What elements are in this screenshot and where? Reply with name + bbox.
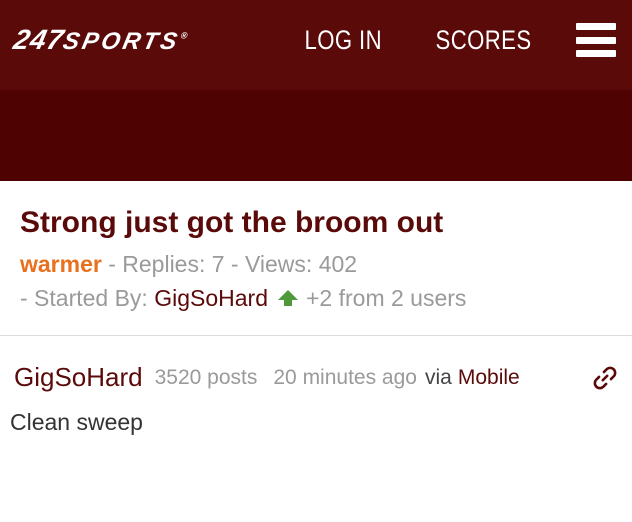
started-by-label: - Started By:	[20, 285, 155, 311]
logo-word: SPORTS	[60, 28, 183, 55]
replies-views: - Replies: 7 - Views: 402	[101, 251, 358, 277]
thread-title: Strong just got the broom out	[20, 206, 444, 239]
thread-header: Strong just got the broom out warmer - R…	[0, 181, 632, 336]
link-icon[interactable]	[592, 365, 618, 391]
logo-number: 247	[10, 24, 68, 55]
top-navbar: 247SPORTS® LOG IN SCORES	[0, 0, 632, 90]
header-banner	[0, 90, 632, 181]
platform-link[interactable]: Mobile	[458, 366, 520, 390]
trademark-mark: ®	[179, 30, 190, 41]
header-nav: LOG IN SCORES	[296, 23, 616, 57]
thread-stats: warmer - Replies: 7 - Views: 402	[20, 249, 612, 279]
upvote-arrow-icon	[278, 290, 298, 306]
via-label: via	[424, 365, 452, 389]
reaction-count: +2 from 2 users	[306, 285, 467, 311]
post-body: Clean sweep	[10, 409, 143, 435]
post-header: GigSoHard 3520 posts 20 minutes ago via …	[0, 336, 632, 393]
login-link[interactable]: LOG IN	[305, 25, 383, 56]
menu-icon-bar	[576, 50, 616, 57]
thread-author-link[interactable]: GigSoHard	[154, 283, 268, 313]
site-logo[interactable]: 247SPORTS®	[11, 24, 191, 56]
menu-icon[interactable]	[576, 23, 616, 57]
menu-icon-bar	[576, 36, 616, 44]
scores-link[interactable]: SCORES	[436, 25, 532, 56]
thread-started-by: - Started By: GigSoHard +2 from 2 users	[20, 283, 612, 313]
post-timestamp: 20 minutes ago	[273, 365, 417, 389]
post-author-link[interactable]: GigSoHard	[14, 362, 143, 393]
forum-link[interactable]: warmer	[20, 251, 102, 277]
menu-icon-bar	[576, 23, 616, 30]
post-count: 3520 posts	[154, 365, 258, 389]
